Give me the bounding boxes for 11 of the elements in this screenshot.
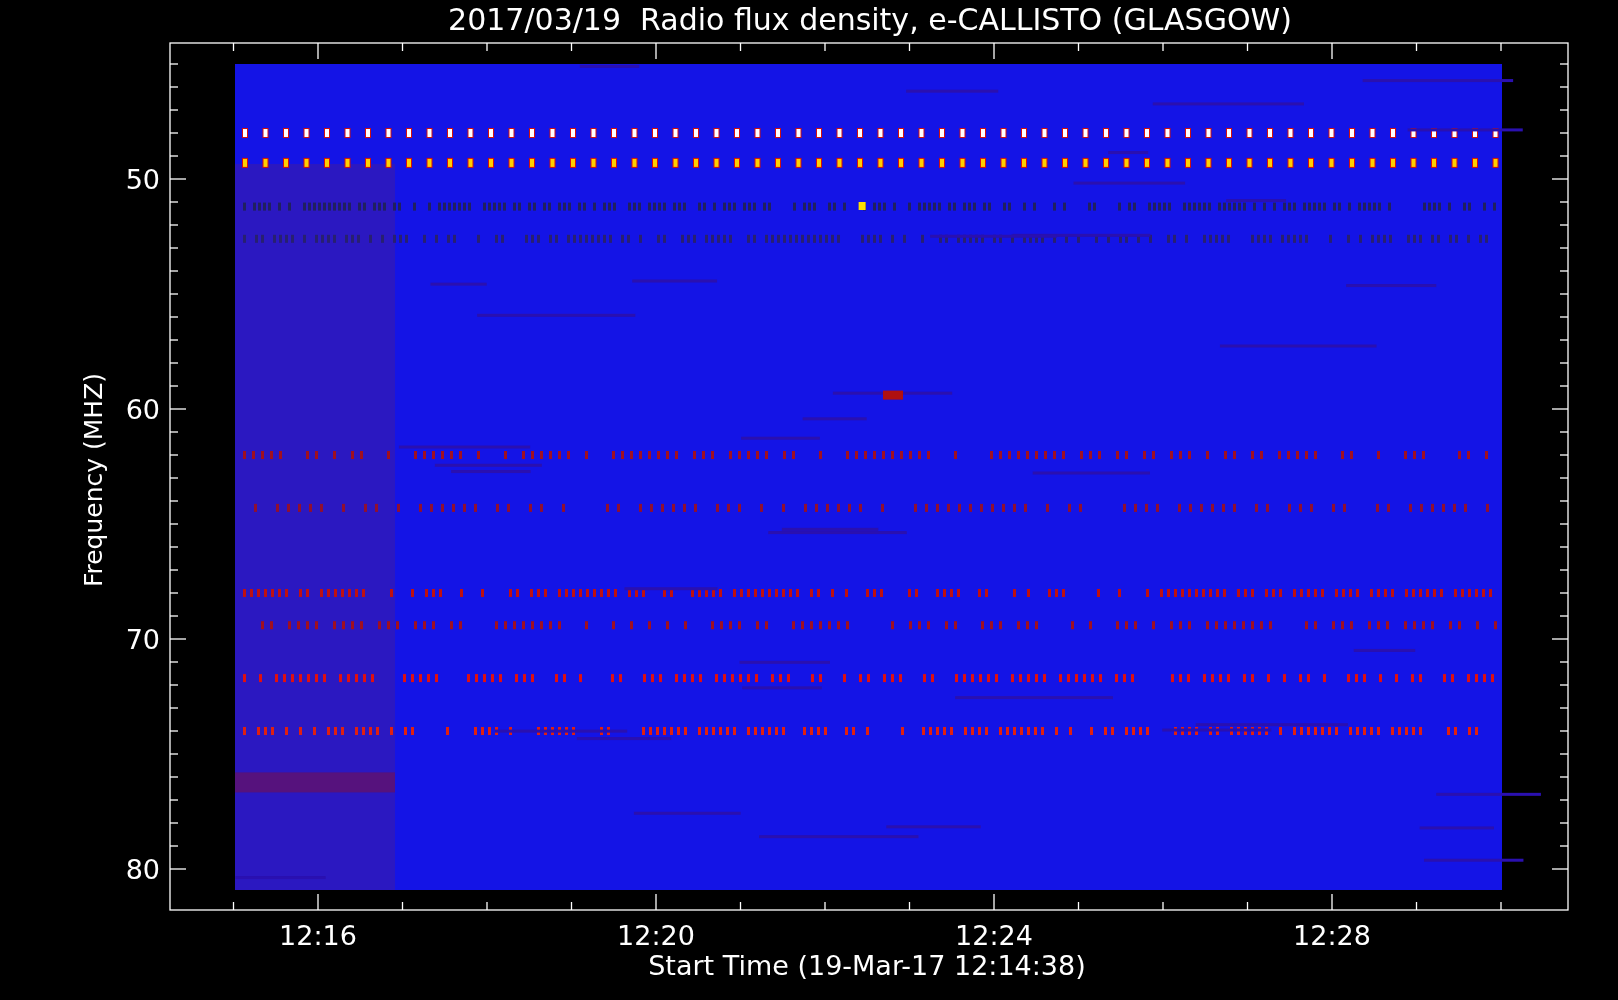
- tick-label: 12:24: [955, 920, 1033, 951]
- chart-title: 2017/03/19 Radio flux density, e-CALLISTO (GLASGOW): [448, 2, 1292, 37]
- tick-label: 80: [125, 854, 160, 885]
- axis-title: Start Time (19-Mar-17 12:14:38): [648, 950, 1086, 981]
- axis-title: Frequency (MHZ): [79, 372, 108, 588]
- tick-label: 12:20: [617, 920, 695, 951]
- tick-label: 12:16: [279, 920, 357, 951]
- tick-label: 70: [125, 624, 160, 655]
- tick-label: 60: [125, 394, 160, 425]
- tick-label: 50: [125, 164, 160, 195]
- tick-label: 12:28: [1293, 920, 1371, 951]
